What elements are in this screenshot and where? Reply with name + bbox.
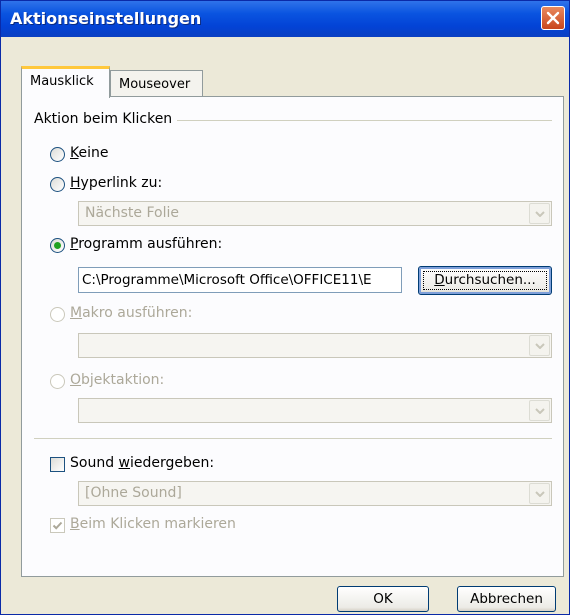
chevron-down-icon [535,211,545,217]
highlight-checkbox[interactable] [50,518,65,533]
radio-selected-dot [54,242,61,249]
browse-button[interactable]: Durchsuchen... [418,266,552,295]
dialog-title: Aktionseinstellungen [10,9,202,28]
macro-dropdown-button [529,335,550,356]
title-bar[interactable]: Aktionseinstellungen [1,1,569,37]
highlight-checkbox-label[interactable]: Beim Klicken markieren [70,516,236,532]
radio-program-label[interactable]: Programm ausführen: [70,236,222,252]
group-label-action: Aktion beim Klicken [34,111,173,127]
program-path-value: C:\Programme\Microsoft Office\OFFICE11\E [82,272,372,288]
close-icon [546,11,560,25]
hyperlink-select-value: Nächste Folie [85,205,179,221]
radio-hyperlink[interactable] [50,177,65,192]
tab-panel: Aktion beim Klicken Keine Hyperlink zu: … [21,96,564,577]
ok-button[interactable]: OK [337,586,429,612]
sound-dropdown-button [529,483,550,504]
browse-button-label: Durchsuchen... [434,272,536,288]
object-action-dropdown-button [529,400,550,421]
chevron-down-icon [535,491,545,497]
chevron-down-icon [535,408,545,414]
radio-none[interactable] [50,147,65,162]
cancel-button[interactable]: Abbrechen [457,586,556,612]
radio-object-action[interactable] [50,374,65,389]
hyperlink-select: Nächste Folie [78,201,552,226]
hyperlink-dropdown-button [529,203,550,224]
sound-select-value: [Ohne Sound] [85,485,182,501]
radio-object-action-label[interactable]: Objektaktion: [70,372,164,388]
tab-mouseover[interactable]: Mouseover [110,70,203,97]
macro-select [78,333,552,358]
section-divider [34,438,552,439]
object-action-select [78,398,552,423]
program-path-input[interactable]: C:\Programme\Microsoft Office\OFFICE11\E [78,267,402,293]
radio-macro[interactable] [50,307,65,322]
close-button[interactable] [541,6,565,30]
tab-mausklick-label: Mausklick [30,74,94,89]
action-settings-dialog: Aktionseinstellungen Mausklick Mouseover… [0,0,570,615]
sound-checkbox[interactable] [50,457,65,472]
sound-checkbox-label[interactable]: Sound wiedergeben: [70,455,214,471]
group-divider [177,120,552,121]
radio-none-label[interactable]: Keine [70,145,108,161]
radio-macro-label[interactable]: Makro ausführen: [70,305,192,321]
radio-hyperlink-label[interactable]: Hyperlink zu: [70,175,162,191]
checkmark-icon [52,521,63,530]
cancel-button-label: Abbrechen [470,591,543,607]
radio-program[interactable] [50,238,65,253]
tab-mouseover-label: Mouseover [119,77,191,92]
sound-select: [Ohne Sound] [78,481,552,506]
tab-mausklick[interactable]: Mausklick [21,66,110,98]
chevron-down-icon [535,343,545,349]
ok-button-label: OK [373,591,393,607]
